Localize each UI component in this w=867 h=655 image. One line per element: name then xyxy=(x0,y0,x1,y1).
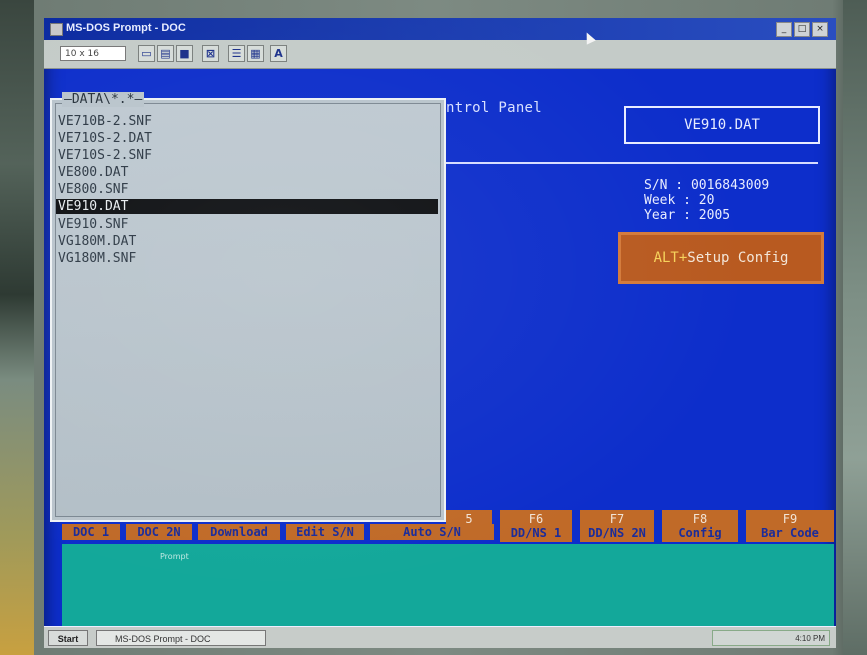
minimize-button[interactable]: _ xyxy=(776,22,792,37)
copy-icon[interactable]: ▤ xyxy=(157,45,174,62)
taskbar: Start MS-DOS Prompt - DOC 4:10 PM xyxy=(44,626,836,648)
file-item[interactable]: VE710S-2.DAT xyxy=(58,131,152,146)
background-right xyxy=(843,0,867,655)
status-area: Prompt xyxy=(62,544,834,626)
current-file-box: VE910.DAT xyxy=(624,106,820,144)
file-item[interactable]: VE710S-2.SNF xyxy=(58,148,152,163)
paste-icon[interactable]: ■ xyxy=(176,45,193,62)
window-controls: _ □ × xyxy=(776,22,828,37)
fkey-f2[interactable]: DOC 2N xyxy=(126,524,192,540)
fkey-f8[interactable]: F8 Config xyxy=(662,510,738,542)
font-size-select[interactable]: 10 x 16 xyxy=(60,46,126,61)
fkey-f5[interactable]: 5 xyxy=(446,510,492,526)
file-item[interactable]: VG180M.DAT xyxy=(58,234,136,249)
file-item[interactable]: VG180M.SNF xyxy=(58,251,136,266)
mark-icon[interactable]: ▭ xyxy=(138,45,155,62)
prompt-label: Prompt xyxy=(160,552,189,561)
device-info: S/N : 0016843009 Week : 20 Year : 2005 xyxy=(644,178,769,223)
window-titlebar: MS-DOS Prompt - DOC _ □ × xyxy=(44,18,836,40)
font-icon[interactable]: A xyxy=(270,45,287,62)
monitor-screen: MS-DOS Prompt - DOC _ □ × 10 x 16 ▭ ▤ ■ … xyxy=(44,18,836,648)
file-list-panel: —DATA\*.*— VE710B-2.SNF VE710S-2.DAT VE7… xyxy=(50,92,446,522)
panel-title: ntrol Panel xyxy=(446,100,543,116)
fkey-f7[interactable]: F7 DD/NS 2N xyxy=(580,510,654,542)
file-list-title: —DATA\*.*— xyxy=(62,92,145,107)
file-item-selected[interactable]: VE910.DAT xyxy=(56,199,438,214)
maximize-button[interactable]: □ xyxy=(794,22,810,37)
start-button[interactable]: Start xyxy=(48,630,88,646)
week-value: Week : 20 xyxy=(644,193,715,208)
fkey-f1[interactable]: DOC 1 xyxy=(62,524,120,540)
fkey-f3[interactable]: Download xyxy=(198,524,280,540)
taskbar-item-dos-prompt[interactable]: MS-DOS Prompt - DOC xyxy=(96,630,266,646)
function-key-bar: 5 F6 DD/NS 1 F7 DD/NS 2N F8 Config F9 Bar Co… xyxy=(62,510,834,542)
file-item[interactable]: VE710B-2.SNF xyxy=(58,114,152,129)
background-left xyxy=(0,0,34,655)
setup-config-label: Setup Config xyxy=(687,250,789,266)
file-item[interactable]: VE800.DAT xyxy=(58,165,128,180)
serial-number: S/N : 0016843009 xyxy=(644,178,770,193)
dos-toolbar: 10 x 16 ▭ ▤ ■ ⊠ ☰ ▦ A xyxy=(44,40,836,69)
file-item[interactable]: VE800.SNF xyxy=(58,182,128,197)
file-item[interactable]: VE910.SNF xyxy=(58,217,128,232)
fkey-f5-label[interactable]: Auto S/N xyxy=(370,524,494,540)
properties-icon[interactable]: ☰ xyxy=(228,45,245,62)
year-value: Year : 2005 xyxy=(644,208,731,223)
fkey-f6[interactable]: F6 DD/NS 1 xyxy=(500,510,572,542)
background-icon[interactable]: ▦ xyxy=(247,45,264,62)
fkey-f4[interactable]: Edit S/N xyxy=(286,524,364,540)
window-title: MS-DOS Prompt - DOC xyxy=(66,22,186,34)
alt-key-hint: ALT+ xyxy=(653,250,688,266)
fullscreen-icon[interactable]: ⊠ xyxy=(202,45,219,62)
setup-config-button[interactable]: ALT+Setup Config xyxy=(618,232,824,284)
panel-divider xyxy=(446,162,818,164)
fkey-f9[interactable]: F9 Bar Code xyxy=(746,510,834,542)
system-tray-clock: 4:10 PM xyxy=(712,630,830,646)
close-button[interactable]: × xyxy=(812,22,828,37)
system-menu-icon[interactable] xyxy=(50,23,63,36)
